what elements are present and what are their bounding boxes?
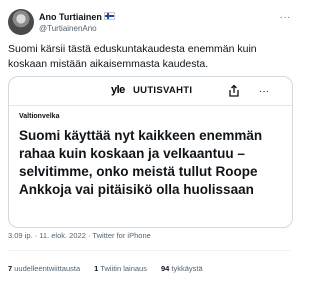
yle-logo: yle	[109, 84, 127, 97]
quotes-count: 1	[94, 264, 99, 273]
likes-count: 94	[160, 264, 170, 273]
card-divider	[9, 105, 292, 106]
more-icon[interactable]: ···	[259, 86, 269, 97]
quotes-stat[interactable]: 1 Twiitin lainaus	[94, 264, 147, 273]
tweet-more-icon[interactable]: ···	[280, 12, 292, 23]
author-names: Ano Turtiainen @TurtiainenAno	[39, 10, 115, 34]
stats-divider	[8, 250, 291, 251]
author-display-name[interactable]: Ano Turtiainen	[39, 12, 102, 22]
quotes-label: Twiitin lainaus	[100, 264, 147, 273]
tweet-header: Ano Turtiainen @TurtiainenAno	[8, 8, 115, 36]
author-handle[interactable]: @TurtiainenAno	[39, 23, 115, 34]
tweet-meta: 3.09 ip. · 11. elok. 2022 · Twitter for …	[8, 231, 151, 240]
tweet-time[interactable]: 3.09 ip.	[8, 231, 33, 240]
finland-flag-icon	[103, 11, 115, 20]
retweets-count: 7	[8, 264, 13, 273]
avatar[interactable]	[8, 9, 34, 35]
article-category: Valtionvelka	[19, 113, 60, 120]
tweet-date[interactable]: 11. elok. 2022	[39, 231, 86, 240]
share-icon[interactable]	[227, 84, 241, 98]
card-header: yle UUTISVAHTI ···	[9, 77, 292, 105]
link-card[interactable]: yle UUTISVAHTI ··· Valtionvelka Suomi kä…	[8, 76, 293, 228]
tweet-client[interactable]: Twitter for iPhone	[92, 231, 150, 240]
likes-label: tykkäystä	[171, 264, 203, 273]
retweets-stat[interactable]: 7 uudelleentwiittausta	[8, 264, 80, 273]
likes-stat[interactable]: 94 tykkäystä	[161, 264, 203, 273]
source-name: UUTISVAHTI	[133, 85, 193, 96]
retweets-label: uudelleentwiittausta	[14, 264, 81, 273]
tweet-text: Suomi kärsii tästä eduskuntakaudesta ene…	[8, 43, 257, 70]
tweet-stats: 7 uudelleentwiittausta 1 Twiitin lainaus…	[8, 264, 203, 273]
article-headline[interactable]: Suomi käyttää nyt kaikkeen enemmän rahaa…	[19, 127, 284, 199]
